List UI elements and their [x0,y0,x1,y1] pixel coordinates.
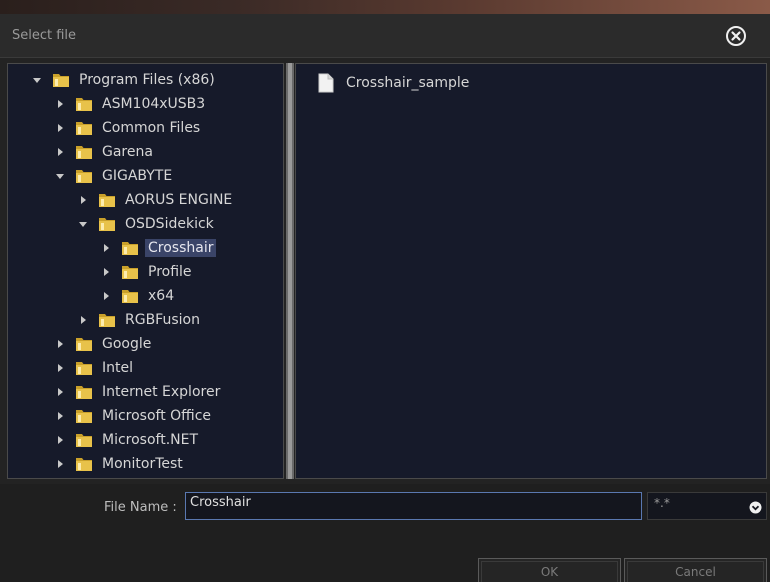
folder-icon [76,386,92,399]
tree-item-label: RGBFusion [125,312,200,328]
caret-right-icon[interactable] [78,315,88,325]
file-item[interactable]: Crosshair_sample [318,72,469,94]
panel-splitter[interactable] [286,63,294,479]
tree-item[interactable]: AORUS ENGINE [78,189,235,211]
tree-item-label: Garena [102,144,153,160]
tree-item[interactable]: Profile [101,261,195,283]
tree-item[interactable]: Crosshair [101,237,217,259]
tree-item[interactable]: x64 [101,285,177,307]
tree-item[interactable]: RGBFusion [78,309,203,331]
tree-item[interactable]: Microsoft Office [55,405,214,427]
file-type-filter[interactable]: *.* [647,492,767,520]
folder-icon [76,410,92,423]
folder-icon [76,434,92,447]
caret-right-icon[interactable] [101,243,111,253]
tree-item-label: MonitorTest [102,456,183,472]
tree-item[interactable]: Common Files [55,117,203,139]
tree-item-label: Profile [148,264,192,280]
folder-icon [53,74,69,87]
filter-value: *.* [654,496,670,510]
tree-item-label: Microsoft Office [102,408,212,424]
tree-item-label: AORUS ENGINE [125,192,233,208]
caret-right-icon[interactable] [55,147,65,157]
dialog-titlebar: Select file [0,14,770,58]
tree-item-label: Intel [102,360,133,376]
caret-right-icon[interactable] [55,435,65,445]
caret-right-icon[interactable] [55,387,65,397]
tree-item-label: GIGABYTE [102,168,173,184]
caret-right-icon[interactable] [55,411,65,421]
folder-icon [76,362,92,375]
dialog-footer: File Name : *.* OK Cancel [0,484,770,582]
dialog-title: Select file [12,28,77,43]
close-circle-icon[interactable] [725,25,747,47]
folder-icon [122,242,138,255]
folder-icon [76,98,92,111]
folder-icon [76,458,92,471]
folder-icon [99,194,115,207]
caret-down-icon[interactable] [78,219,88,229]
tree-item-label: Common Files [102,120,201,136]
folder-icon [76,122,92,135]
caret-down-icon[interactable] [55,171,65,181]
folder-icon [99,218,115,231]
caret-right-icon[interactable] [78,195,88,205]
tree-item[interactable]: Microsoft.NET [55,429,201,451]
tree-item[interactable]: Internet Explorer [55,381,223,403]
folder-icon [76,170,92,183]
file-item-label: Crosshair_sample [346,75,470,91]
tree-item[interactable]: Garena [55,141,156,163]
tree-item[interactable]: Program Files (x86) [32,69,218,91]
ok-button[interactable]: OK [478,558,621,582]
tree-item-label: Microsoft.NET [102,432,199,448]
caret-right-icon[interactable] [55,459,65,469]
caret-right-icon[interactable] [101,291,111,301]
caret-right-icon[interactable] [101,267,111,277]
file-list[interactable]: Crosshair_sample [295,63,767,479]
cancel-button[interactable]: Cancel [624,558,767,582]
file-name-label: File Name : [104,500,177,515]
folder-tree[interactable]: Program Files (x86) ASM104xUSB3 Common Fil… [7,63,284,479]
file-name-input[interactable] [185,492,642,520]
file-icon [318,73,334,93]
tree-item[interactable]: OSDSidekick [78,213,217,235]
tree-item-label: Program Files (x86) [79,72,215,88]
select-file-dialog: Select file Program Files (x86) ASM104xUS… [0,14,770,582]
caret-right-icon[interactable] [55,363,65,373]
folder-icon [99,314,115,327]
ok-button-frame [481,561,618,582]
background-strip [0,0,770,14]
tree-item-label: OSDSidekick [125,216,214,232]
folder-icon [76,338,92,351]
chevron-down-icon [749,501,762,514]
caret-right-icon[interactable] [55,339,65,349]
cancel-button-frame [627,561,764,582]
tree-item-label: ASM104xUSB3 [102,96,206,112]
tree-item[interactable]: ASM104xUSB3 [55,93,208,115]
tree-item-label: Google [102,336,152,352]
caret-right-icon[interactable] [55,99,65,109]
tree-item-label: x64 [148,288,175,304]
tree-item-label: Crosshair [145,239,217,257]
folder-icon [122,266,138,279]
caret-down-icon[interactable] [32,75,42,85]
tree-item[interactable]: Google [55,333,154,355]
tree-item[interactable]: GIGABYTE [55,165,175,187]
folder-icon [122,290,138,303]
caret-right-icon[interactable] [55,123,65,133]
tree-item-label: Internet Explorer [102,384,221,400]
tree-item[interactable]: MonitorTest [55,453,186,475]
tree-item[interactable]: Intel [55,357,136,379]
folder-icon [76,146,92,159]
